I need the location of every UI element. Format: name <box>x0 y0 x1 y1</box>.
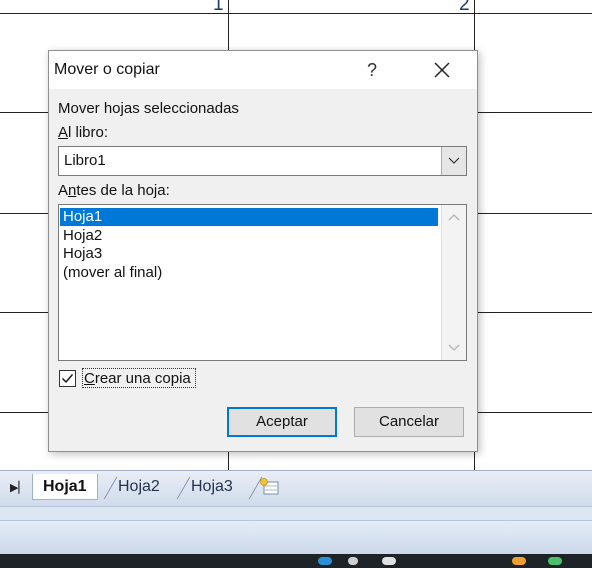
checkmark-icon <box>62 374 74 384</box>
sheet-tab-bar: ▶▏ Hoja1 Hoja2 Hoja3 <box>0 470 592 507</box>
cancel-button[interactable]: Cancelar <box>354 407 464 437</box>
taskbar-app-icon[interactable] <box>348 557 358 565</box>
listbox-scrollbar[interactable] <box>441 205 466 360</box>
close-icon <box>434 62 450 78</box>
book-label-mnemonic: A <box>58 124 69 141</box>
move-selected-label: Mover hojas seleccionadas <box>58 100 239 117</box>
book-label-rest: l libro: <box>68 124 109 141</box>
book-combobox-value: Libro1 <box>64 152 106 169</box>
before-sheet-label: Antes de la hoja: <box>58 182 170 199</box>
combo-dropdown-button[interactable] <box>441 147 466 175</box>
create-copy-label[interactable]: Crear una copia <box>84 370 191 387</box>
list-item[interactable]: (mover al final) <box>60 264 438 282</box>
status-bar <box>0 520 592 555</box>
new-sheet-icon <box>260 478 279 495</box>
close-button[interactable] <box>427 55 457 85</box>
taskbar-app-icon[interactable] <box>382 557 396 565</box>
column-number: 2 <box>459 0 470 15</box>
taskbar-app-icon[interactable] <box>318 557 332 565</box>
insert-sheet-button[interactable] <box>258 477 282 497</box>
sheet-listbox[interactable]: Hoja1 Hoja2 Hoja3 (mover al final) <box>58 204 467 361</box>
copy-label-rest: rear una copia <box>94 370 191 387</box>
column-number: 1 <box>213 0 224 15</box>
scroll-up-icon[interactable] <box>442 207 466 227</box>
copy-label-mnemonic: C <box>84 370 95 387</box>
sheet-tab-hoja3[interactable]: Hoja3 <box>181 474 243 499</box>
book-label: Al libro: <box>58 124 108 141</box>
status-band <box>0 506 592 521</box>
chevron-down-icon <box>448 157 460 164</box>
move-copy-dialog: Mover o copiar ? Mover hojas seleccionad… <box>48 50 478 452</box>
list-item[interactable]: Hoja3 <box>60 245 438 263</box>
taskbar <box>0 554 592 568</box>
book-combobox[interactable]: Libro1 <box>58 146 467 176</box>
taskbar-app-icon[interactable] <box>548 557 562 565</box>
help-button[interactable]: ? <box>361 57 383 83</box>
before-label-pre: A <box>58 182 69 199</box>
scroll-down-icon[interactable] <box>442 338 466 358</box>
sheet-tab-hoja2[interactable]: Hoja2 <box>108 474 170 499</box>
list-item[interactable]: Hoja1 <box>60 208 438 226</box>
create-copy-checkbox[interactable] <box>59 370 76 387</box>
grid-line <box>0 13 592 14</box>
taskbar-app-icon[interactable] <box>512 557 526 565</box>
list-item[interactable]: Hoja2 <box>60 227 438 245</box>
dialog-title: Mover o copiar <box>54 61 160 78</box>
sheet-tab-hoja1[interactable]: Hoja1 <box>32 474 98 500</box>
ok-button[interactable]: Aceptar <box>227 407 337 437</box>
before-label-rest: tes de la hoja: <box>76 182 170 199</box>
scroll-last-sheet-icon[interactable]: ▶▏ <box>10 481 27 494</box>
dialog-titlebar[interactable]: Mover o copiar ? <box>49 51 477 89</box>
